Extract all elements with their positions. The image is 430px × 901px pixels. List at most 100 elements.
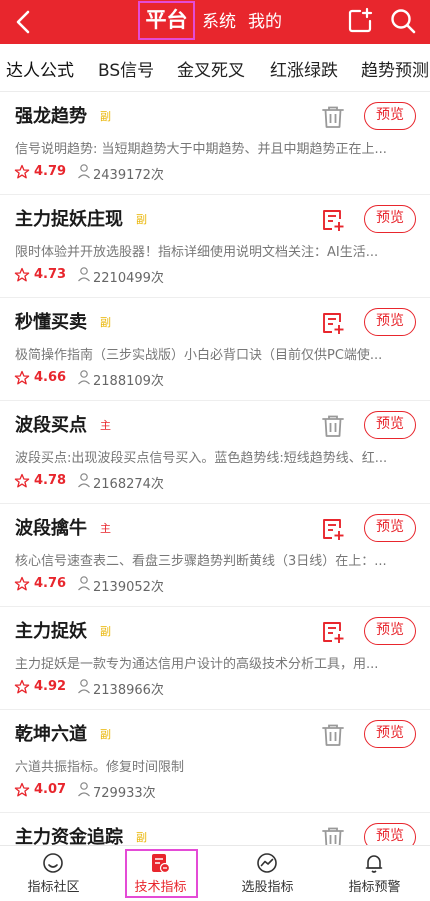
item-tag: 副 <box>100 625 111 638</box>
subtab-daren-formula[interactable]: 达人公式 <box>6 56 74 81</box>
search-icon[interactable] <box>388 6 418 36</box>
item-tag: 副 <box>100 728 111 741</box>
item-rating: 4.07 <box>34 782 67 797</box>
header-tab-mine[interactable]: 我的 <box>248 7 282 32</box>
item-tag: 副 <box>136 213 147 226</box>
nav-stock-picking[interactable]: 选股指标 <box>214 846 321 901</box>
list-item[interactable]: 波段买点 主 波段买点:出现波段买点信号买入。蓝色趋势线:短线趋势线、红... … <box>0 401 430 504</box>
item-description: 核心信号速查表二、看盘三步骤趋势判断黄线（3日线）在上：... <box>15 554 387 569</box>
subtab-bs-signal[interactable]: BS信号 <box>98 56 154 81</box>
subtab-golden-cross[interactable]: 金叉死叉 <box>177 56 245 81</box>
item-rating: 4.92 <box>34 679 67 694</box>
list-item[interactable]: 强龙趋势 副 信号说明趋势: 当短期趋势大于中期趋势、并且中期趋势正在上... … <box>0 92 430 195</box>
item-title: 波段擒牛 <box>15 518 87 539</box>
item-title: 强龙趋势 <box>15 106 87 127</box>
item-description: 波段买点:出现波段买点信号买入。蓝色趋势线:短线趋势线、红... <box>15 451 388 466</box>
item-description: 六道共振指标。修复时间限制 <box>15 760 185 775</box>
item-tag: 副 <box>100 316 111 329</box>
preview-button[interactable]: 预览 <box>364 411 416 439</box>
item-tag: 主 <box>100 522 111 535</box>
list-item[interactable]: 主力资金追踪 副 预览 <box>0 813 430 845</box>
subtab-red-green[interactable]: 红涨绿跌 <box>270 56 338 81</box>
item-usage-count: 2439172次 <box>93 168 164 183</box>
item-tag: 副 <box>100 110 111 123</box>
user-icon <box>78 164 90 179</box>
star-icon <box>14 679 30 694</box>
preview-button[interactable]: 预览 <box>364 617 416 645</box>
list-item[interactable]: 主力捉妖 副 主力捉妖是一款专为通达信用户设计的高级技术分析工具，用... 4.… <box>0 607 430 710</box>
add-indicator-icon[interactable] <box>320 310 346 336</box>
header-tab-system[interactable]: 系统 <box>202 7 236 32</box>
add-square-icon[interactable] <box>345 6 375 36</box>
item-usage-count: 2139052次 <box>93 580 164 595</box>
item-description: 主力捉妖是一款专为通达信用户设计的高级技术分析工具，用... <box>15 657 379 672</box>
preview-button[interactable]: 预览 <box>364 823 416 845</box>
item-description: 限时体验并开放选股器！指标详细使用说明文档关注：AI生活... <box>15 245 379 260</box>
trash-icon[interactable] <box>320 413 346 439</box>
nav-label: 选股指标 <box>241 880 294 895</box>
list-item[interactable]: 秒懂买卖 副 极简操作指南（三步实战版）小白必背口诀（目前仅供PC端使... 4… <box>0 298 430 401</box>
item-rating: 4.79 <box>34 164 67 179</box>
item-tag: 主 <box>100 419 111 432</box>
item-rating: 4.78 <box>34 473 67 488</box>
add-indicator-icon[interactable] <box>320 207 346 233</box>
star-icon <box>14 576 30 591</box>
top-bar: 平台 系统 我的 <box>0 0 430 44</box>
item-title: 波段买点 <box>15 415 87 436</box>
list-item[interactable]: 主力捉妖庄现 副 限时体验并开放选股器！指标详细使用说明文档关注：AI生活...… <box>0 195 430 298</box>
item-title: 秒懂买卖 <box>15 312 87 333</box>
item-usage-count: 2168274次 <box>93 477 164 492</box>
indicator-list: 强龙趋势 副 信号说明趋势: 当短期趋势大于中期趋势、并且中期趋势正在上... … <box>0 92 430 845</box>
bottom-nav: 指标社区 技术指标 选股指标 指标预警 <box>0 845 430 900</box>
user-icon <box>78 576 90 591</box>
star-icon <box>14 370 30 385</box>
bell-icon <box>365 855 383 873</box>
smile-icon <box>43 853 63 873</box>
item-title: 主力捉妖庄现 <box>15 209 123 230</box>
item-usage-count: 2188109次 <box>93 374 164 389</box>
trash-icon[interactable] <box>320 825 346 845</box>
item-usage-count: 2138966次 <box>93 683 164 698</box>
user-icon <box>78 267 90 282</box>
item-description: 极简操作指南（三步实战版）小白必背口诀（目前仅供PC端使... <box>15 348 383 363</box>
add-indicator-icon[interactable] <box>320 619 346 645</box>
item-description: 信号说明趋势: 当短期趋势大于中期趋势、并且中期趋势正在上... <box>15 142 387 157</box>
nav-technical-indicators[interactable]: 技术指标 <box>107 846 214 901</box>
user-icon <box>78 679 90 694</box>
star-icon <box>14 473 30 488</box>
item-rating: 4.66 <box>34 370 67 385</box>
preview-button[interactable]: 预览 <box>364 102 416 130</box>
nav-label: 指标预警 <box>348 880 401 895</box>
trash-icon[interactable] <box>320 104 346 130</box>
header-tab-platform[interactable]: 平台 <box>138 1 195 40</box>
user-icon <box>78 370 90 385</box>
star-icon <box>14 164 30 179</box>
item-rating: 4.73 <box>34 267 67 282</box>
user-icon <box>78 782 90 797</box>
list-item[interactable]: 乾坤六道 副 六道共振指标。修复时间限制 4.07 729933次 预览 <box>0 710 430 813</box>
nav-label: 指标社区 <box>27 880 80 895</box>
list-item[interactable]: 波段擒牛 主 核心信号速查表二、看盘三步骤趋势判断黄线（3日线）在上：... 4… <box>0 504 430 607</box>
nav-label: 技术指标 <box>134 880 187 895</box>
nav-indicator-alert[interactable]: 指标预警 <box>321 846 428 901</box>
category-tabs: 达人公式 BS信号 金叉死叉 红涨绿跌 趋势预测 <box>0 44 430 92</box>
preview-button[interactable]: 预览 <box>364 514 416 542</box>
preview-button[interactable]: 预览 <box>364 205 416 233</box>
indicator-doc-icon <box>152 854 171 874</box>
back-arrow-icon[interactable] <box>10 6 40 38</box>
item-usage-count: 729933次 <box>93 786 156 801</box>
item-usage-count: 2210499次 <box>93 271 164 286</box>
preview-button[interactable]: 预览 <box>364 308 416 336</box>
chart-circle-icon <box>257 853 277 873</box>
item-title: 主力资金追踪 <box>15 827 123 845</box>
item-title: 主力捉妖 <box>15 621 87 642</box>
item-tag: 副 <box>136 831 147 844</box>
user-icon <box>78 473 90 488</box>
trash-icon[interactable] <box>320 722 346 748</box>
preview-button[interactable]: 预览 <box>364 720 416 748</box>
star-icon <box>14 267 30 282</box>
subtab-trend-predict[interactable]: 趋势预测 <box>361 56 429 81</box>
add-indicator-icon[interactable] <box>320 516 346 542</box>
nav-indicator-community[interactable]: 指标社区 <box>0 846 107 901</box>
star-icon <box>14 782 30 797</box>
